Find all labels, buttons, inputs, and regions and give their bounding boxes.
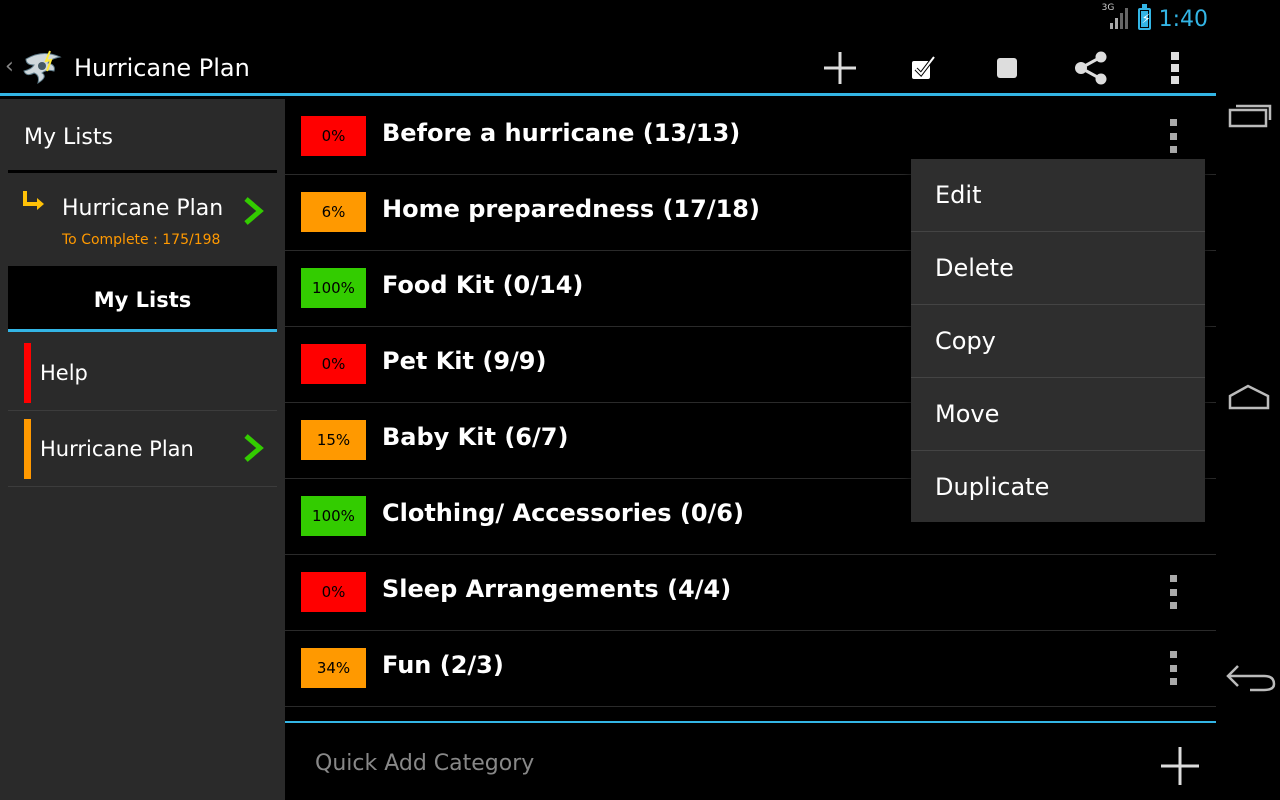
list-item-title: Baby Kit (6/7)	[382, 423, 569, 451]
hurricane-logo-icon[interactable]	[20, 47, 66, 87]
add-icon[interactable]	[820, 48, 860, 88]
menu-item-label: Delete	[935, 254, 1014, 282]
list-item-title: Clothing/ Accessories (0/6)	[382, 499, 744, 527]
sidebar-section-header: My Lists	[8, 266, 277, 332]
menu-item-label: Duplicate	[935, 473, 1050, 501]
chevron-right-icon[interactable]	[242, 196, 266, 226]
list-item[interactable]: 0% Sleep Arrangements (4/4)	[285, 555, 1216, 631]
item-overflow-icon[interactable]	[1161, 573, 1185, 611]
progress-badge: 15%	[301, 420, 366, 460]
up-caret-icon[interactable]: ‹	[5, 54, 14, 79]
sidebar: My Lists Hurricane Plan To Complete : 17…	[0, 99, 285, 800]
back-icon[interactable]	[1224, 656, 1276, 696]
status-bar: 3G ⚡ 1:40	[0, 0, 1216, 38]
menu-item-label: Edit	[935, 181, 982, 209]
list-item-title: Sleep Arrangements (4/4)	[382, 575, 732, 603]
progress-badge: 0%	[301, 116, 366, 156]
menu-item-duplicate[interactable]: Duplicate	[911, 451, 1205, 524]
sidebar-current-title: Hurricane Plan	[62, 196, 224, 221]
sidebar-section-title: My Lists	[93, 288, 192, 312]
menu-item-label: Move	[935, 400, 1000, 428]
add-icon	[1161, 747, 1199, 785]
checked-box-icon[interactable]	[903, 48, 943, 88]
item-overflow-icon[interactable]	[1161, 649, 1185, 687]
sidebar-header: My Lists	[8, 99, 277, 173]
progress-badge: 34%	[301, 648, 366, 688]
list-item-title: Home preparedness (17/18)	[382, 195, 760, 223]
menu-item-edit[interactable]: Edit	[911, 159, 1205, 232]
menu-item-label: Copy	[935, 327, 996, 355]
context-menu: Edit Delete Copy Move Duplicate	[911, 159, 1205, 522]
progress-badge: 100%	[301, 268, 366, 308]
progress-badge: 0%	[301, 572, 366, 612]
overflow-menu-icon[interactable]	[1155, 48, 1195, 88]
menu-item-copy[interactable]: Copy	[911, 305, 1205, 378]
color-indicator	[24, 419, 31, 479]
progress-badge: 100%	[301, 496, 366, 536]
sidebar-current-list[interactable]: Hurricane Plan To Complete : 175/198	[8, 176, 277, 266]
quick-add-input[interactable]	[315, 751, 835, 776]
signal-icon: 3G	[1102, 3, 1130, 31]
status-time: 1:40	[1158, 6, 1208, 32]
system-nav-bar	[1216, 0, 1280, 800]
progress-badge: 6%	[301, 192, 366, 232]
color-indicator	[24, 343, 31, 403]
sidebar-header-title: My Lists	[24, 125, 113, 150]
network-type-label: 3G	[1101, 3, 1115, 13]
sidebar-item-label: Help	[40, 361, 88, 385]
sidebar-item-label: Hurricane Plan	[40, 437, 194, 461]
menu-item-move[interactable]: Move	[911, 378, 1205, 451]
quick-add-button[interactable]	[1159, 745, 1201, 787]
battery-charging-icon: ⚡	[1137, 4, 1151, 30]
chevron-right-icon[interactable]	[242, 433, 266, 463]
list-item-title: Before a hurricane (13/13)	[382, 119, 741, 147]
list-item-title: Pet Kit (9/9)	[382, 347, 547, 375]
unchecked-box-icon[interactable]	[987, 48, 1027, 88]
home-icon[interactable]	[1224, 378, 1274, 418]
quick-add-bar	[285, 721, 1216, 800]
action-bar: ‹ Hurricane Plan	[0, 38, 1216, 96]
sidebar-current-subtitle: To Complete : 175/198	[62, 232, 221, 248]
sidebar-item-hurricane-plan[interactable]: Hurricane Plan	[8, 411, 277, 487]
app-title: Hurricane Plan	[74, 54, 250, 82]
recent-apps-icon[interactable]	[1224, 98, 1274, 138]
sidebar-item-help[interactable]: Help	[8, 335, 277, 411]
item-overflow-icon[interactable]	[1161, 117, 1185, 155]
progress-badge: 0%	[301, 344, 366, 384]
share-icon[interactable]	[1071, 48, 1111, 88]
list-item[interactable]: 34% Fun (2/3)	[285, 631, 1216, 707]
list-item-title: Fun (2/3)	[382, 651, 504, 679]
list-item-title: Food Kit (0/14)	[382, 271, 584, 299]
menu-item-delete[interactable]: Delete	[911, 232, 1205, 305]
sub-arrow-icon	[23, 191, 44, 210]
